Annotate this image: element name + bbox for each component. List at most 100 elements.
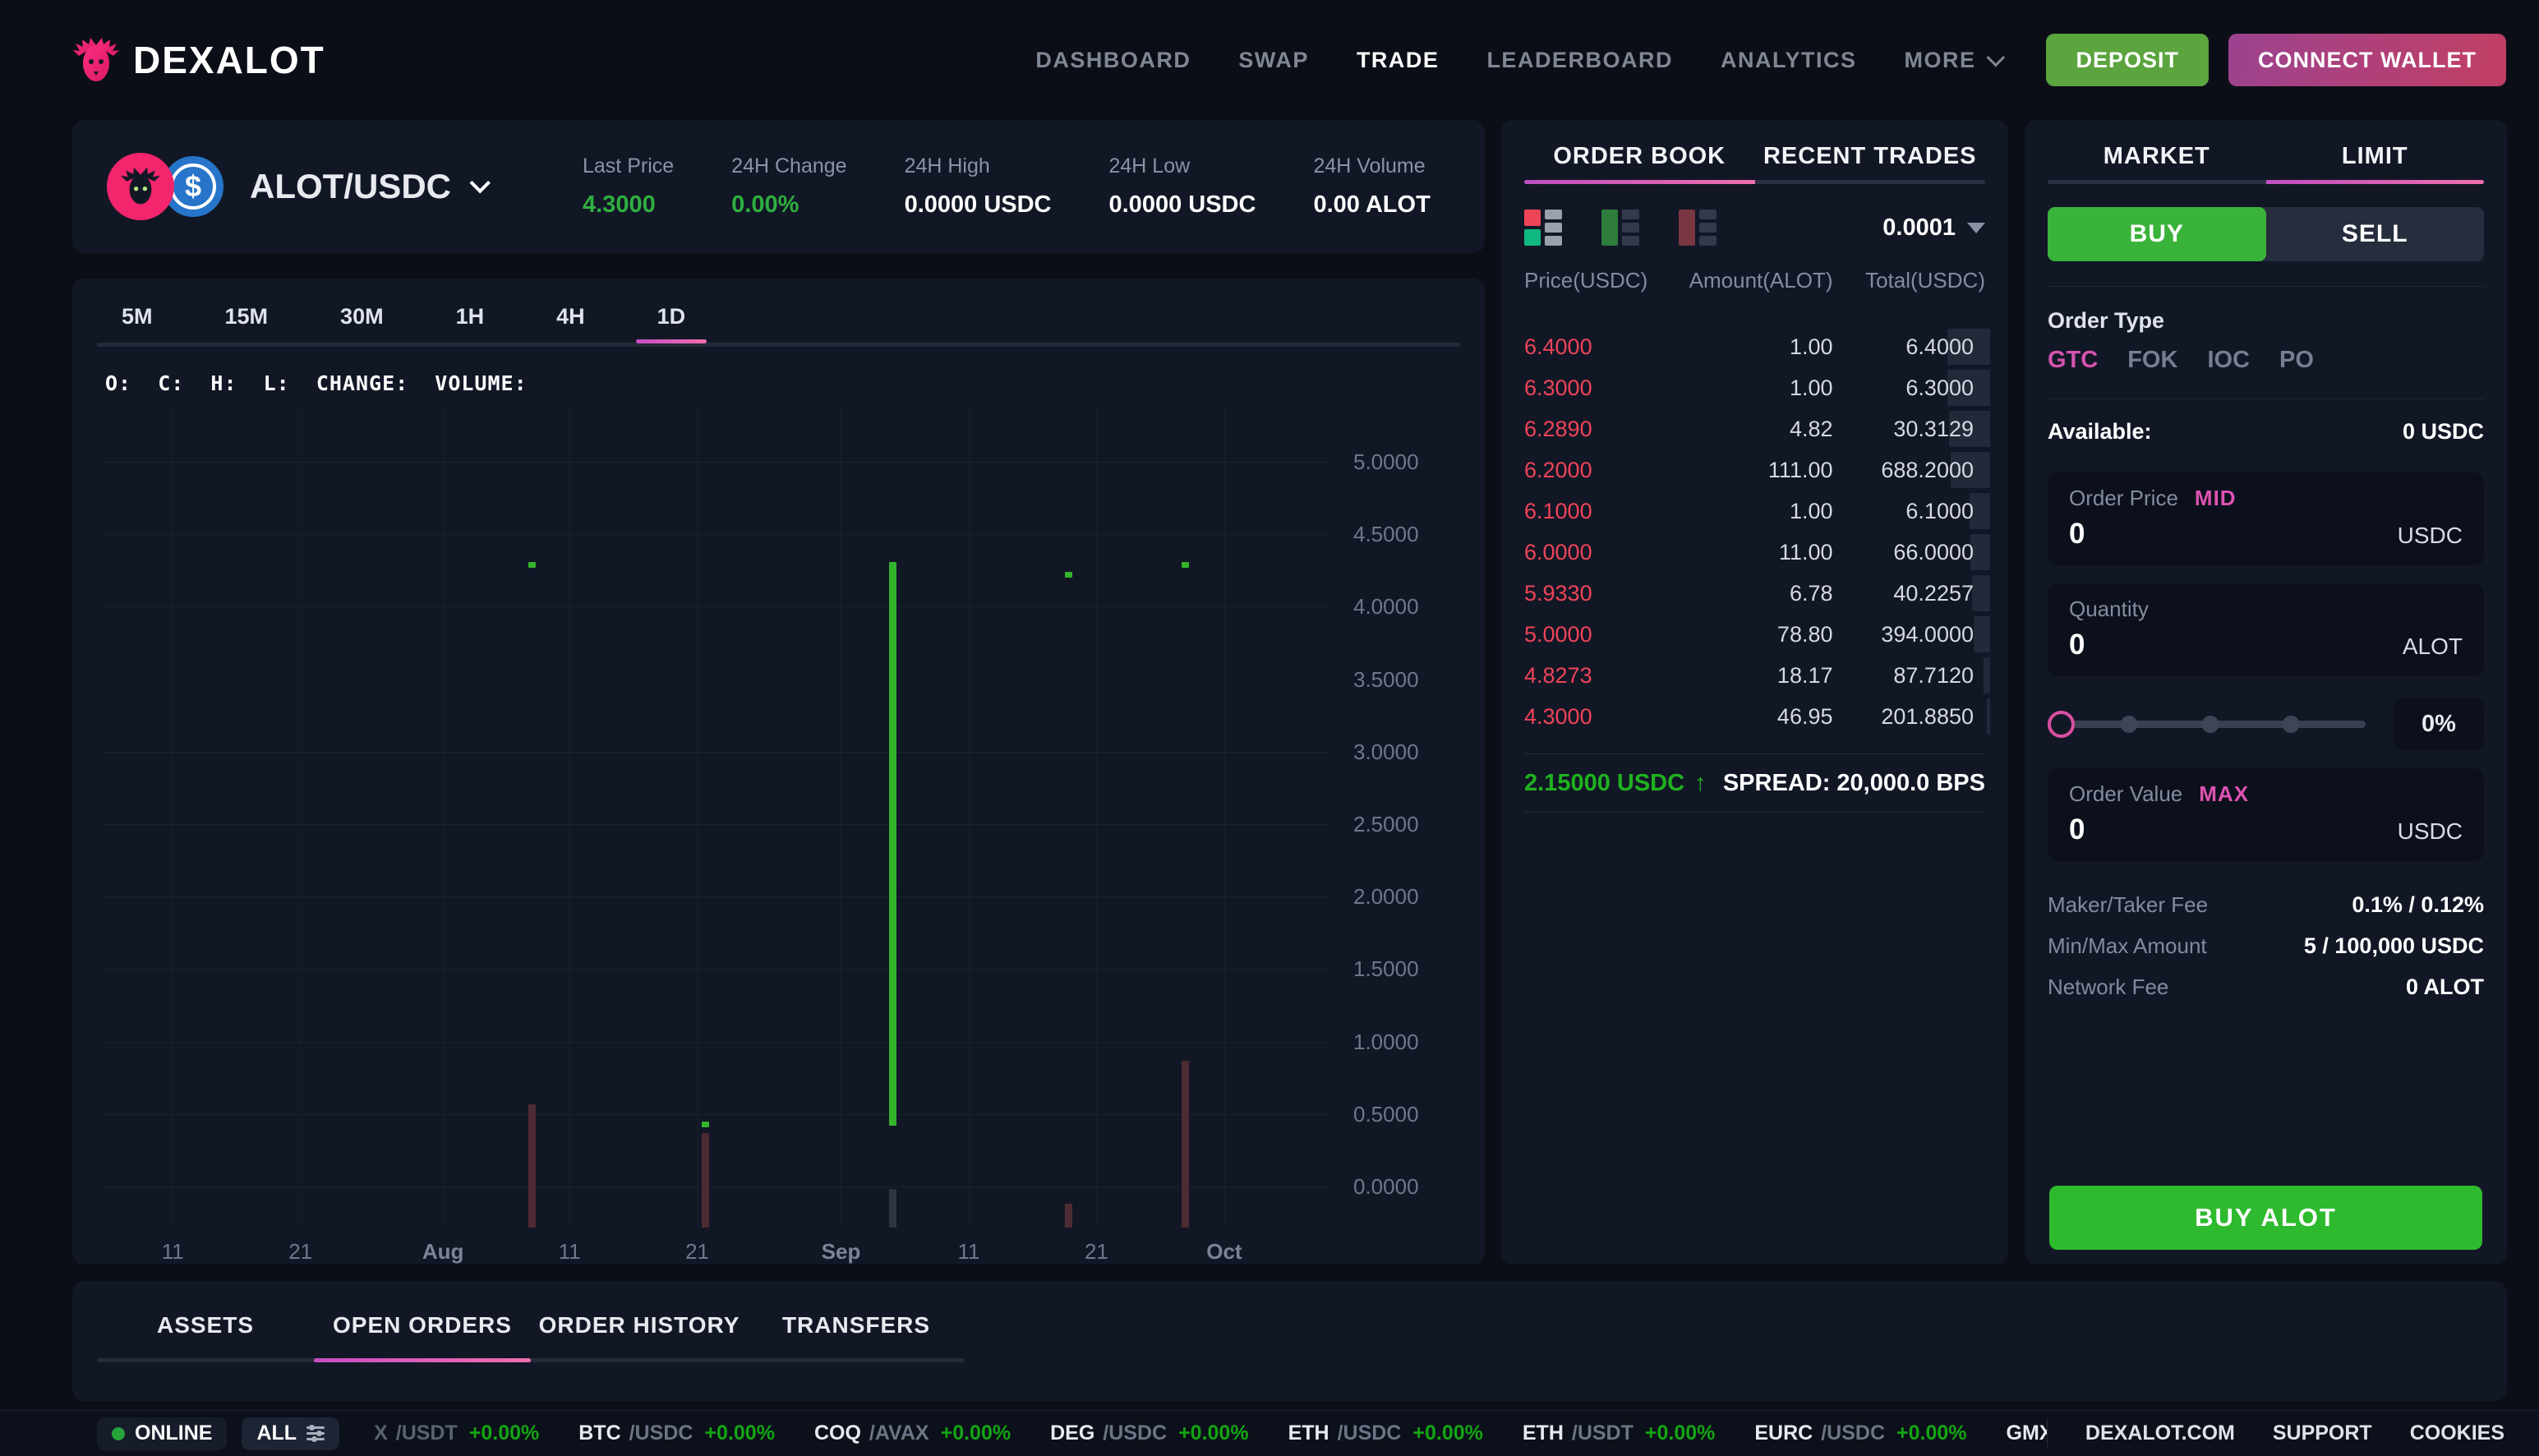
ask-amount: 6.78	[1680, 581, 1833, 606]
slider-step-25[interactable]	[2120, 716, 2137, 733]
order-type-po[interactable]: PO	[2279, 347, 2314, 374]
slider-step-75[interactable]	[2283, 716, 2300, 733]
order-value-unit: USDC	[2398, 818, 2463, 845]
ask-row[interactable]: 5.9330 6.78 40.2257	[1524, 573, 1985, 614]
y-tick-label: 5.0000	[1353, 449, 1460, 475]
available-value: 0 USDC	[2403, 419, 2484, 445]
tab-order-book[interactable]: ORDER BOOK	[1524, 135, 1755, 180]
mid-button[interactable]: MID	[2195, 486, 2237, 511]
tab-limit[interactable]: LIMIT	[2266, 135, 2485, 180]
ticker-item[interactable]: X/USDT+0.00%	[374, 1421, 539, 1445]
fee-value: 0.1% / 0.12%	[2352, 892, 2484, 918]
tab-market[interactable]: MARKET	[2048, 135, 2266, 180]
ask-price: 6.4000	[1524, 334, 1680, 360]
timeframe-1h[interactable]: 1H	[438, 304, 503, 329]
nav-more[interactable]: MORE	[1904, 48, 2000, 73]
nav-analytics[interactable]: ANALYTICS	[1721, 48, 1857, 73]
book-asks-icon[interactable]	[1601, 210, 1639, 246]
usdc-symbol: $	[170, 164, 216, 210]
nav-swap[interactable]: SWAP	[1238, 48, 1309, 73]
precision-dropdown[interactable]: 0.0001	[1882, 214, 1985, 242]
timeframe-1d[interactable]: 1D	[639, 304, 704, 329]
slider-handle[interactable]	[2048, 711, 2075, 738]
slider-step-50[interactable]	[2201, 716, 2219, 733]
book-combined-icon[interactable]	[1524, 210, 1562, 246]
tab-recent-trades[interactable]: RECENT TRADES	[1755, 135, 1986, 180]
book-bids-icon[interactable]	[1679, 210, 1716, 246]
order-book-tabs: ORDER BOOK RECENT TRADES	[1524, 135, 1985, 180]
dexalot-logo[interactable]: DEXALOT	[72, 37, 325, 83]
ask-row[interactable]: 4.3000 46.95 201.8850	[1524, 696, 1985, 737]
order-type-ioc[interactable]: IOC	[2207, 347, 2250, 374]
pair-header-card: $ ALOT/USDC Last Price 4.3000 24H Change…	[72, 120, 1485, 253]
ticker-item[interactable]: BTC/USDC+0.00%	[578, 1421, 775, 1445]
filter-label: ALL	[256, 1421, 297, 1445]
last-price-value: 2.15000 USDC	[1524, 770, 1684, 797]
nav-leaderboard[interactable]: LEADERBOARD	[1486, 48, 1673, 73]
timeframe-15m[interactable]: 15M	[207, 304, 287, 329]
dexalot-dragon-icon	[72, 37, 120, 83]
timeframe-4h[interactable]: 4H	[538, 304, 603, 329]
candle	[1182, 562, 1189, 568]
ask-row[interactable]: 6.2000 111.00 688.2000	[1524, 449, 1985, 491]
order-price-field[interactable]: Order Price MID 0 USDC	[2048, 472, 2484, 565]
buy-tab[interactable]: BUY	[2048, 207, 2266, 261]
ask-row[interactable]: 6.0000 11.00 66.0000	[1524, 532, 1985, 573]
tab-assets[interactable]: ASSETS	[97, 1312, 314, 1339]
tab-open-orders[interactable]: OPEN ORDERS	[314, 1312, 531, 1339]
ask-row[interactable]: 6.4000 1.00 6.4000	[1524, 326, 1985, 367]
network-fee-row: Network Fee 0 ALOT	[2048, 975, 2484, 1000]
ask-row[interactable]: 6.3000 1.00 6.3000	[1524, 367, 1985, 408]
nav-trade[interactable]: TRADE	[1357, 48, 1440, 73]
ask-row[interactable]: 6.2890 4.82 30.3129	[1524, 408, 1985, 449]
chart-plot-area[interactable]	[100, 408, 1329, 1228]
connect-wallet-button[interactable]: CONNECT WALLET	[2228, 34, 2506, 86]
sell-tab[interactable]: SELL	[2266, 207, 2485, 261]
ask-row[interactable]: 5.0000 78.80 394.0000	[1524, 614, 1985, 655]
ticker-item[interactable]: GMX/USDC+0.00%	[2007, 1421, 2047, 1445]
x-tick-label: Aug	[422, 1239, 464, 1265]
pair-selector[interactable]: ALOT/USDC	[250, 167, 484, 206]
ohlc-legend: O: C: H: L: CHANGE: VOLUME:	[105, 371, 1460, 395]
order-value-input[interactable]: 0	[2069, 813, 2085, 846]
tab-order-history[interactable]: ORDER HISTORY	[531, 1312, 748, 1339]
order-value-field[interactable]: Order Value MAX 0 USDC	[2048, 768, 2484, 861]
nav-dashboard[interactable]: DASHBOARD	[1035, 48, 1191, 73]
chevron-down-icon	[470, 173, 491, 193]
y-tick-label: 1.0000	[1353, 1030, 1460, 1055]
timeframe-5m[interactable]: 5M	[104, 304, 171, 329]
deposit-button[interactable]: DEPOSIT	[2046, 34, 2209, 86]
buy-alot-button[interactable]: BUY ALOT	[2049, 1186, 2482, 1250]
arrow-up-icon: ↑	[1694, 770, 1707, 797]
dexalot-com-link[interactable]: DEXALOT.COM	[2085, 1421, 2235, 1445]
cookies-link[interactable]: COOKIES	[2410, 1421, 2504, 1445]
ticker-item[interactable]: ETH/USDT+0.00%	[1523, 1421, 1716, 1445]
timeframe-30m[interactable]: 30M	[322, 304, 402, 329]
amount-slider[interactable]	[2048, 698, 2372, 750]
y-tick-label: 4.5000	[1353, 522, 1460, 547]
slider-percent-value: 0%	[2394, 698, 2484, 750]
ticker-item[interactable]: COQ/AVAX+0.00%	[814, 1421, 1011, 1445]
ask-total: 87.7120	[1893, 663, 1985, 689]
ticker-item[interactable]: DEG/USDC+0.00%	[1050, 1421, 1248, 1445]
ticker-item[interactable]: EURC/USDC+0.00%	[1754, 1421, 1966, 1445]
x-tick-label: 21	[288, 1239, 312, 1265]
ask-row[interactable]: 4.8273 18.17 87.7120	[1524, 655, 1985, 696]
ticker-filter-pill[interactable]: ALL	[242, 1417, 339, 1450]
order-type-gtc[interactable]: GTC	[2048, 347, 2098, 374]
support-link[interactable]: SUPPORT	[2273, 1421, 2372, 1445]
fee-value: 0 ALOT	[2406, 975, 2484, 1000]
order-type-fok[interactable]: FOK	[2127, 347, 2177, 374]
quantity-field[interactable]: Quantity 0 ALOT	[2048, 583, 2484, 676]
x-tick-label: 21	[685, 1239, 709, 1265]
ask-row[interactable]: 6.1000 1.00 6.1000	[1524, 491, 1985, 532]
x-tick-label: Sep	[822, 1239, 861, 1265]
quantity-input[interactable]: 0	[2069, 629, 2085, 661]
order-price-input[interactable]: 0	[2069, 518, 2085, 551]
gridline	[1224, 408, 1225, 1228]
online-status-pill[interactable]: ONLINE	[97, 1417, 227, 1450]
ticker-item[interactable]: ETH/USDC+0.00%	[1288, 1421, 1483, 1445]
ask-price: 6.3000	[1524, 376, 1680, 401]
tab-transfers[interactable]: TRANSFERS	[748, 1312, 965, 1339]
max-button[interactable]: MAX	[2199, 781, 2249, 807]
